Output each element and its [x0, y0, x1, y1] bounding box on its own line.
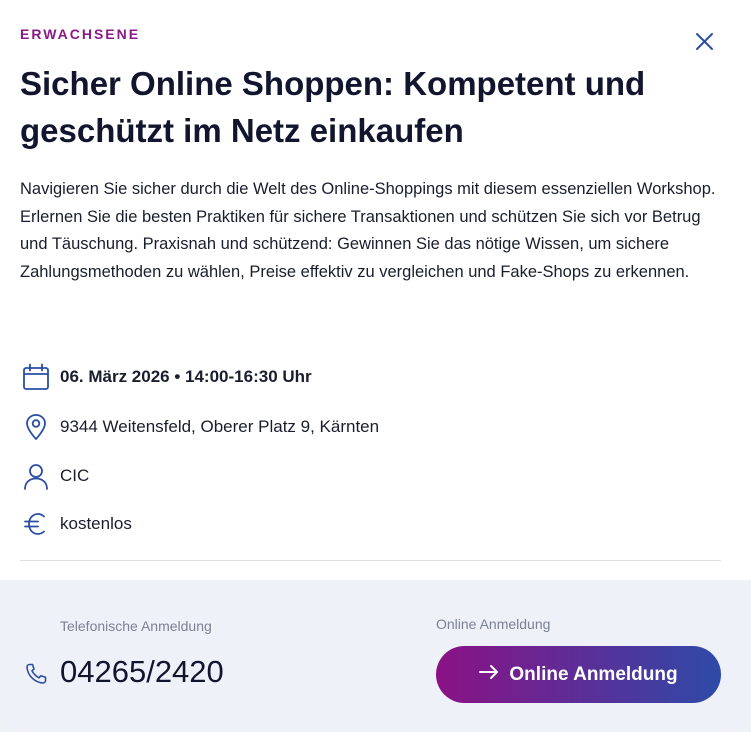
location-pin-icon	[20, 411, 52, 443]
event-location-row: 9344 Weitensfeld, Oberer Platz 9, Kärnte…	[20, 411, 379, 443]
event-organizer-row: CIC	[20, 460, 89, 492]
close-button[interactable]	[694, 31, 715, 52]
event-date: 06. März 2026 • 14:00-16:30 Uhr	[60, 367, 312, 386]
event-category: ERWACHSENE	[20, 26, 141, 42]
event-location: 9344 Weitensfeld, Oberer Platz 9, Kärnte…	[60, 417, 380, 436]
divider	[20, 560, 721, 561]
arrow-right-icon	[479, 663, 499, 686]
phone-icon	[24, 662, 48, 686]
online-registration-button[interactable]: Online Anmeldung	[436, 646, 721, 703]
event-price: kostenlos	[60, 514, 132, 533]
event-detail-modal: ERWACHSENE Sicher Online Shoppen: Kompet…	[0, 0, 751, 732]
event-date-row: 06. März 2026 • 14:00-16:30 Uhr	[20, 361, 312, 393]
phone-number[interactable]: 04265/2420	[60, 654, 224, 690]
online-registration-button-label: Online Anmeldung	[509, 663, 678, 685]
event-price-row: kostenlos	[20, 508, 132, 540]
euro-icon	[20, 508, 52, 540]
calendar-icon	[20, 361, 52, 393]
event-organizer: CIC	[60, 466, 90, 485]
event-description: Navigieren Sie sicher durch die Welt des…	[20, 180, 716, 281]
event-title: Sicher Online Shoppen: Kompetent und ges…	[20, 65, 646, 149]
event-details: ERWACHSENE Sicher Online Shoppen: Kompet…	[0, 0, 751, 580]
person-icon	[20, 460, 52, 492]
phone-registration-label: Telefonische Anmeldung	[60, 618, 212, 634]
online-registration-label: Online Anmeldung	[436, 616, 551, 632]
close-icon	[696, 33, 713, 50]
registration-footer: Telefonische Anmeldung 04265/2420 Online…	[0, 580, 751, 732]
